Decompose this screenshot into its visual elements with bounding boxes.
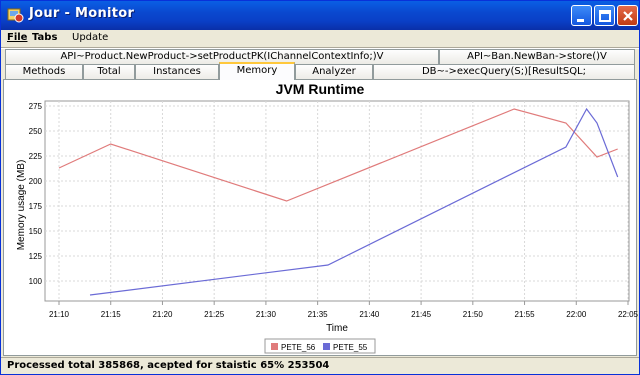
legend-swatch-pete-56 (271, 343, 278, 350)
x-tick-label: 21:45 (411, 310, 432, 319)
status-bar: Processed total 385868, acepted for stai… (1, 357, 639, 374)
x-axis-label: Time (326, 323, 348, 334)
legend-label-pete-56: PETE_56 (281, 343, 316, 352)
app-window: Jour - Monitor File Tabs Update API~Prod… (0, 0, 640, 375)
x-tick-label: 21:20 (152, 310, 173, 319)
tab-memory[interactable]: Memory (219, 62, 295, 80)
y-tick-label: 200 (29, 177, 43, 186)
x-tick-label: 21:35 (308, 310, 329, 319)
x-tick-label: 21:10 (49, 310, 70, 319)
memory-chart: 100 125 150 175 200 225 250 275 21:10 21:15 21:20… (16, 100, 639, 354)
y-tick-label: 150 (29, 227, 43, 236)
x-tick-label: 21:40 (359, 310, 380, 319)
x-tick-label: 21:30 (256, 310, 277, 319)
x-tick-label: 21:50 (463, 310, 484, 319)
x-tick-label: 22:05 (618, 310, 639, 319)
y-tick-label: 175 (29, 202, 43, 211)
y-axis-label: Memory usage (MB) (16, 160, 27, 251)
y-tick-label: 275 (29, 102, 43, 111)
y-tick-label: 250 (29, 127, 43, 136)
y-tick-label: 100 (29, 277, 43, 286)
y-tick-label: 125 (29, 252, 43, 261)
x-tick-label: 21:25 (204, 310, 225, 319)
y-tick-label: 225 (29, 152, 43, 161)
x-tick-label: 22:00 (566, 310, 587, 319)
legend-swatch-pete-55 (323, 343, 330, 350)
status-text: Processed total 385868, acepted for stai… (7, 360, 330, 371)
x-tick-label: 21:15 (101, 310, 122, 319)
legend: PETE_56 PETE_55 (264, 338, 376, 354)
legend-label-pete-55: PETE_55 (333, 343, 368, 352)
x-tick-label: 21:55 (515, 310, 536, 319)
